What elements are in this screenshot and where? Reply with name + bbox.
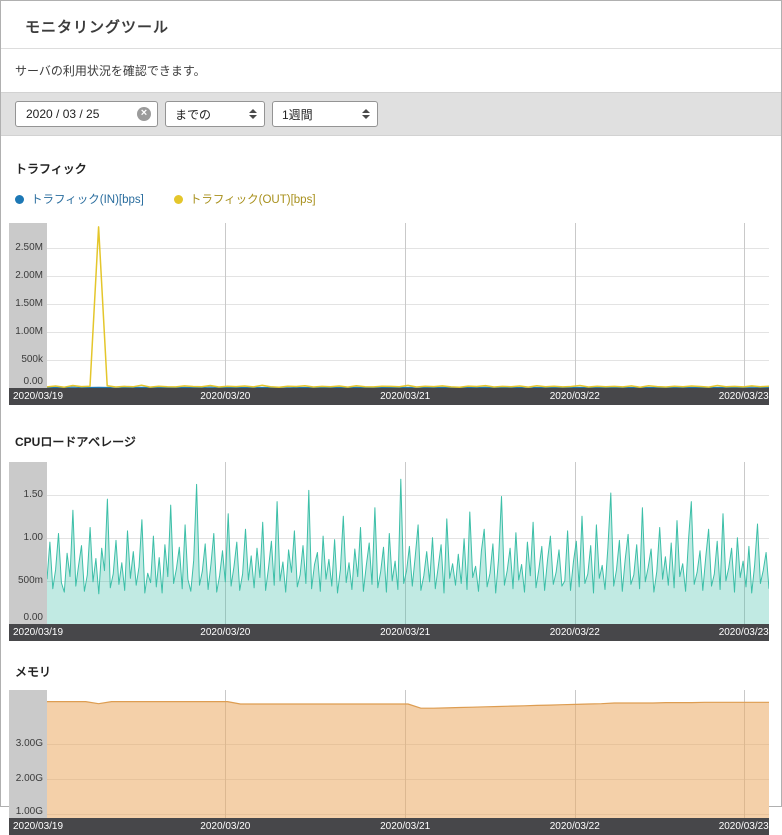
clear-date-icon[interactable]: × <box>137 107 151 121</box>
select-arrows-icon <box>249 109 257 119</box>
y-axis-tick-label: 1.00 <box>24 532 43 544</box>
period-select-value: 1週間 <box>282 106 313 123</box>
cpu-chart-plot-row: 0.00 500m 1.00 1.50 <box>9 462 769 624</box>
x-axis-tick-label: 2020/03/23 <box>719 624 769 641</box>
cpu-plot-area <box>47 462 769 624</box>
cpu-chart-title: CPUロードアベレージ <box>15 433 769 450</box>
period-select[interactable]: 1週間 <box>272 101 378 127</box>
page-header: モニタリングツール <box>1 1 781 49</box>
memory-chart: 1.00G2.00G3.00G 2020/03/192020/03/202020… <box>9 690 769 835</box>
traffic-x-axis-bar: 2020/03/19 2020/03/20 2020/03/21 2020/03/22… <box>9 388 769 405</box>
date-input[interactable]: 2020 / 03 / 25 × <box>15 101 158 127</box>
until-select-value: までの <box>175 106 211 123</box>
page-subtitle: サーバの利用状況を確認できます。 <box>1 49 781 92</box>
cpu-x-axis-bar: 2020/03/19 2020/03/20 2020/03/21 2020/03/22… <box>9 624 769 641</box>
x-axis-tick-label: 2020/03/19 <box>13 818 63 835</box>
x-axis-tick-label: 2020/03/20 <box>200 624 250 641</box>
y-axis-tick-label: 2.00G <box>16 773 43 785</box>
y-axis-tick-label: 0.00 <box>24 376 43 388</box>
traffic-chart-plot-row: 0.00 500k 1.00M 1.50M 2.00M 2.50M <box>9 223 769 388</box>
filter-bar: 2020 / 03 / 25 × までの 1週間 <box>1 92 781 136</box>
legend-label: トラフィック(OUT)[bps] <box>190 191 316 207</box>
traffic-section: トラフィック トラフィック(IN)[bps] トラフィック(OUT)[bps] … <box>9 160 769 405</box>
until-select[interactable]: までの <box>165 101 265 127</box>
x-axis-tick-label: 2020/03/21 <box>380 388 430 405</box>
chart-canvas <box>47 462 769 624</box>
y-axis-tick-label: 1.50 <box>24 489 43 501</box>
x-axis-tick-label: 2020/03/23 <box>719 388 769 405</box>
x-axis-tick-label: 2020/03/19 <box>13 388 63 405</box>
cpu-chart: 0.00500m1.001.50 2020/03/192020/03/20202… <box>9 462 769 641</box>
legend-traffic-in: トラフィック(IN)[bps] <box>15 191 144 207</box>
x-axis-tick-label: 2020/03/20 <box>200 818 250 835</box>
x-axis-tick-label: 2020/03/22 <box>550 624 600 641</box>
memory-chart-plot-row: 1.00G 2.00G 3.00G <box>9 690 769 818</box>
chart-canvas <box>47 690 769 818</box>
y-axis-tick-label: 500m <box>18 575 43 587</box>
date-value: 2020 / 03 / 25 <box>26 107 99 121</box>
cpu-section: CPUロードアベレージ 0.00500m1.001.50 2020/03/192… <box>9 433 769 641</box>
x-axis-tick-label: 2020/03/19 <box>13 624 63 641</box>
cpu-y-axis: 0.00 500m 1.00 1.50 <box>9 462 47 624</box>
traffic-legend: トラフィック(IN)[bps] トラフィック(OUT)[bps] <box>15 191 769 207</box>
x-axis-tick-label: 2020/03/23 <box>719 818 769 835</box>
memory-y-axis: 1.00G 2.00G 3.00G <box>9 690 47 818</box>
charts-area: トラフィック トラフィック(IN)[bps] トラフィック(OUT)[bps] … <box>1 136 781 835</box>
y-axis-tick-label: 1.50M <box>15 298 43 310</box>
traffic-chart-title: トラフィック <box>15 160 769 177</box>
legend-label: トラフィック(IN)[bps] <box>31 191 144 207</box>
monitoring-page: モニタリングツール サーバの利用状況を確認できます。 2020 / 03 / 2… <box>1 1 781 835</box>
x-axis-tick-label: 2020/03/20 <box>200 388 250 405</box>
legend-traffic-out: トラフィック(OUT)[bps] <box>174 191 316 207</box>
memory-section: メモリ 1.00G 2.00G 3.00G 2020/03/19 2020/03/20… <box>9 663 769 835</box>
series-dot-icon <box>174 195 183 204</box>
y-axis-tick-label: 500k <box>21 354 43 366</box>
select-arrows-icon <box>362 109 370 119</box>
y-axis-tick-label: 1.00M <box>15 326 43 338</box>
chart-canvas <box>47 223 769 388</box>
x-axis-tick-label: 2020/03/22 <box>550 818 600 835</box>
x-axis-tick-label: 2020/03/21 <box>380 624 430 641</box>
traffic-chart: 0.00500k1.00M1.50M2.00M2.50M 2020/03/192… <box>9 223 769 405</box>
memory-x-axis-bar: 2020/03/19 2020/03/20 2020/03/21 2020/03/22… <box>9 818 769 835</box>
y-axis-tick-label: 2.00M <box>15 270 43 282</box>
series-dot-icon <box>15 195 24 204</box>
traffic-plot-area <box>47 223 769 388</box>
memory-chart-title: メモリ <box>15 663 769 680</box>
y-axis-tick-label: 0.00 <box>24 612 43 624</box>
x-axis-tick-label: 2020/03/21 <box>380 818 430 835</box>
y-axis-tick-label: 1.00G <box>16 806 43 818</box>
memory-plot-area <box>47 690 769 818</box>
x-axis-tick-label: 2020/03/22 <box>550 388 600 405</box>
traffic-y-axis: 0.00 500k 1.00M 1.50M 2.00M 2.50M <box>9 223 47 388</box>
y-axis-tick-label: 2.50M <box>15 242 43 254</box>
y-axis-tick-label: 3.00G <box>16 738 43 750</box>
page-title: モニタリングツール <box>25 16 757 37</box>
